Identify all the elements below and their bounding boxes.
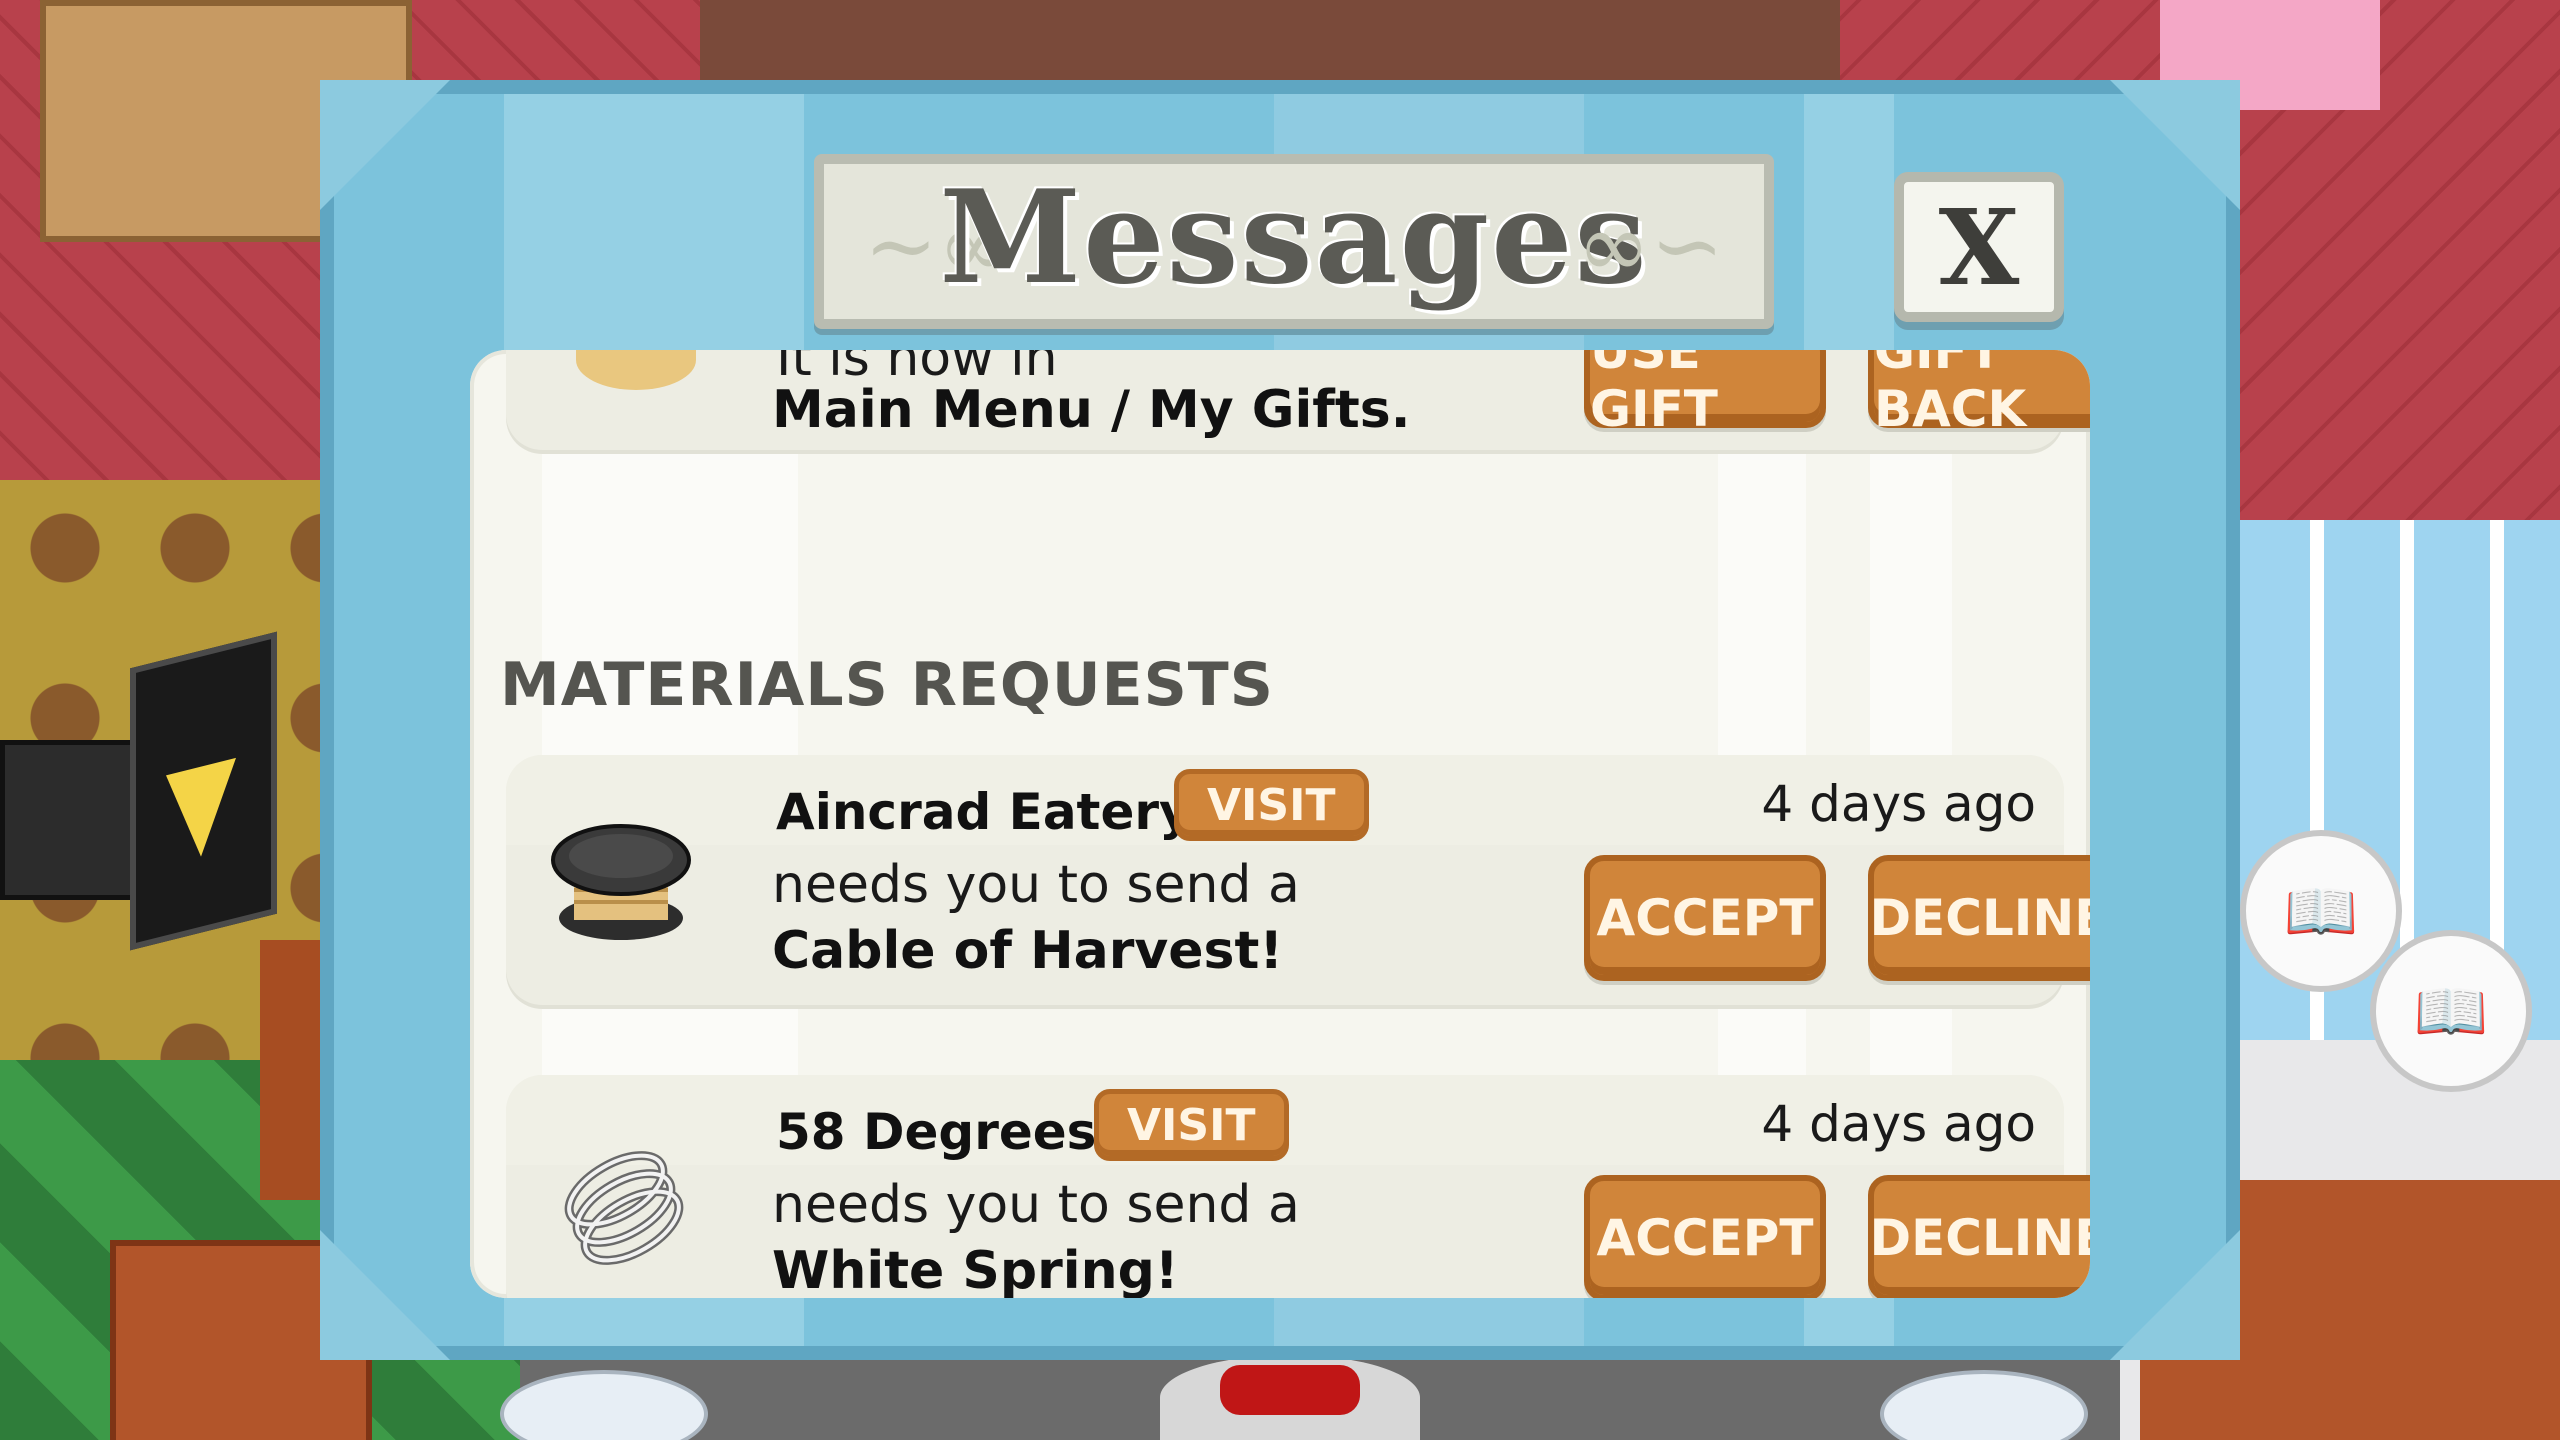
visit-button[interactable]: VISIT <box>1174 769 1369 841</box>
list-item: Aincrad Eatery VISIT 4 days ago needs yo… <box>506 755 2090 1005</box>
timestamp: 4 days ago <box>1761 1095 2036 1153</box>
use-gift-button[interactable]: USE GIFT <box>1584 350 1826 438</box>
spring-coil-icon <box>546 1130 696 1280</box>
gift-location-text: Main Menu / My Gifts. <box>772 380 1411 440</box>
accept-button[interactable]: ACCEPT <box>1584 855 1826 981</box>
requested-item: Cable of Harvest! <box>772 921 1284 981</box>
timestamp: 4 days ago <box>1761 775 2036 833</box>
request-text: needs you to send a <box>772 855 1300 915</box>
request-text: needs you to send a <box>772 1175 1300 1235</box>
accept-button[interactable]: ACCEPT <box>1584 1175 1826 1298</box>
requested-item: White Spring! <box>772 1241 1179 1298</box>
section-title: MATERIALS REQUESTS <box>500 650 1274 720</box>
close-button[interactable]: X <box>1894 172 2064 322</box>
gift-box-icon <box>576 350 696 390</box>
title-plate: ~∞ Messages ~∞ <box>814 154 1774 329</box>
recipe-book-icon: 📖 <box>2370 930 2532 1092</box>
sender-name: 58 Degrees <box>776 1103 1097 1161</box>
decline-button[interactable]: DECLINE <box>1868 1175 2090 1298</box>
recipe-book-icon: 📖 <box>2240 830 2402 992</box>
sender-name: Aincrad Eatery <box>776 783 1192 841</box>
messages-dialog: ~∞ Messages ~∞ X It is now in Main Menu … <box>320 80 2240 1360</box>
scoreboard-decor <box>0 740 135 900</box>
swirl-ornament-icon: ~∞ <box>1576 194 1724 297</box>
pizza-sign-decor <box>130 631 277 951</box>
gift-back-button[interactable]: GIFT BACK <box>1868 350 2090 438</box>
decline-button[interactable]: DECLINE <box>1868 855 2090 981</box>
gift-message-row: It is now in Main Menu / My Gifts. USE G… <box>506 350 2090 450</box>
cable-spool-icon <box>546 810 696 960</box>
list-item: 58 Degrees VISIT 4 days ago needs you to… <box>506 1075 2090 1298</box>
dialog-title: Messages <box>939 162 1649 313</box>
visit-button[interactable]: VISIT <box>1094 1089 1289 1161</box>
cupcake-stand <box>1160 1355 1420 1440</box>
messages-list[interactable]: It is now in Main Menu / My Gifts. USE G… <box>470 350 2090 1298</box>
